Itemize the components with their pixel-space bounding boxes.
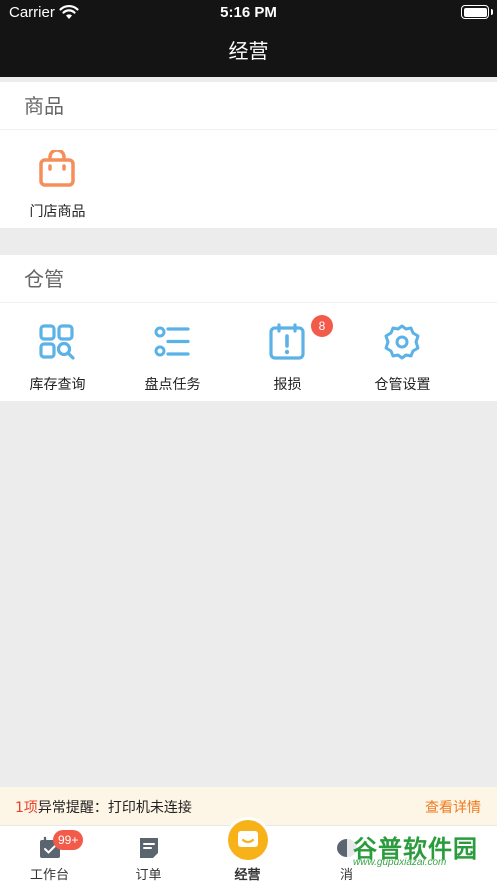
battery-icon: [461, 5, 493, 19]
tab-workbench-label: 工作台: [29, 868, 69, 883]
warehouse-settings-item[interactable]: 仓管设置: [345, 303, 460, 401]
damage-report-item[interactable]: 8 报损: [230, 303, 345, 401]
warehouse-grid: 库存查询 盘点任务 8 报损 仓管设置: [0, 303, 497, 401]
watermark: 谷普软件园 www.gupuxiazai.com: [347, 829, 497, 868]
view-details-link[interactable]: 查看详情: [425, 797, 481, 817]
order-icon: [140, 838, 158, 858]
products-section: 商品 门店商品: [0, 82, 497, 228]
damage-report-badge: 8: [311, 315, 333, 337]
products-grid: 门店商品: [0, 130, 497, 228]
tab-orders-label: 订单: [135, 868, 162, 883]
warehouse-section: 仓管 库存查询 盘点任务 8 报损 仓管设置: [0, 255, 497, 401]
business-tab-bubble[interactable]: [228, 820, 268, 860]
store-products-item[interactable]: 门店商品: [0, 130, 115, 228]
checklist-icon: [154, 326, 190, 357]
store-products-label: 门店商品: [29, 204, 86, 220]
stocktake-task-item[interactable]: 盘点任务: [115, 303, 230, 401]
alert-count: 1项: [15, 800, 38, 816]
alert-message: 1项异常提醒：打印机未连接: [15, 797, 192, 817]
page-title: 经营: [228, 39, 269, 63]
status-bar: Carrier 5:16 PM: [0, 0, 497, 26]
tab-business-label: 经营: [234, 868, 261, 883]
inventory-query-label: 库存查询: [29, 377, 86, 393]
gear-icon: [384, 324, 420, 360]
stocktake-task-label: 盘点任务: [144, 377, 201, 393]
workbench-badge: 99+: [53, 830, 84, 850]
watermark-url: www.gupuxiazai.com: [353, 857, 447, 868]
damage-report-icon: [269, 323, 305, 360]
tab-workbench[interactable]: 99+ 工作台: [0, 826, 99, 883]
inventory-search-icon: [39, 324, 75, 360]
damage-report-label: 报损: [273, 377, 302, 393]
products-section-title: 商品: [0, 82, 497, 130]
shopping-bag-icon: [39, 150, 75, 187]
inventory-query-item[interactable]: 库存查询: [0, 303, 115, 401]
business-icon: [238, 831, 258, 847]
tab-orders[interactable]: 订单: [99, 826, 198, 883]
top-bar: Carrier 5:16 PM 经营: [0, 0, 497, 77]
warehouse-section-title: 仓管: [0, 255, 497, 303]
status-time: 5:16 PM: [220, 4, 277, 21]
warehouse-settings-label: 仓管设置: [374, 377, 431, 393]
alert-text: 异常提醒：打印机未连接: [37, 800, 192, 816]
